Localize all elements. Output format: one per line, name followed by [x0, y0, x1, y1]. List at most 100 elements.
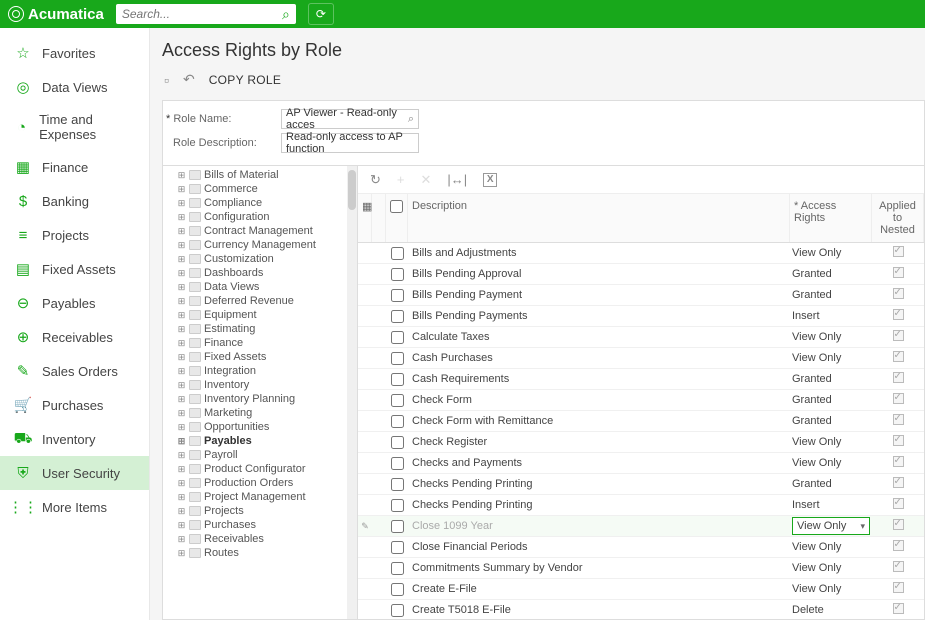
sidebar-item-more-items[interactable]: ⋮⋮More Items	[0, 490, 149, 524]
tree-expand-icon[interactable]: ⊞	[177, 549, 186, 558]
cell-description[interactable]: Close Financial Periods	[408, 541, 790, 553]
tree-expand-icon[interactable]: ⊞	[177, 171, 186, 180]
cell-nested[interactable]	[872, 519, 924, 533]
row-checkbox[interactable]	[386, 436, 408, 449]
tree-expand-icon[interactable]: ⊞	[177, 297, 186, 306]
cell-rights[interactable]: Granted	[790, 268, 872, 280]
cell-description[interactable]: Check Form	[408, 394, 790, 406]
cell-description[interactable]: Cash Requirements	[408, 373, 790, 385]
row-checkbox[interactable]	[386, 352, 408, 365]
row-checkbox[interactable]	[386, 478, 408, 491]
role-desc-input[interactable]: Read-only access to AP function	[281, 133, 419, 153]
tree-item[interactable]: ⊞Deferred Revenue	[163, 294, 357, 308]
cell-rights[interactable]: View Only	[790, 457, 872, 469]
grid-row[interactable]: Commitments Summary by VendorView Only	[358, 558, 924, 579]
cell-nested[interactable]	[872, 393, 924, 407]
lookup-icon[interactable]: ⌕	[408, 113, 414, 126]
nested-checkbox[interactable]	[893, 330, 904, 341]
tree-expand-icon[interactable]: ⊞	[177, 535, 186, 544]
tree-expand-icon[interactable]: ⊞	[177, 521, 186, 530]
cell-rights[interactable]: Insert	[790, 499, 872, 511]
grid-row[interactable]: Cash RequirementsGranted	[358, 369, 924, 390]
sidebar-item-receivables[interactable]: ⊕Receivables	[0, 320, 149, 354]
sidebar-item-fixed-assets[interactable]: ▤Fixed Assets	[0, 252, 149, 286]
cell-nested[interactable]	[872, 372, 924, 386]
tree-item[interactable]: ⊞Bills of Material	[163, 168, 357, 182]
sidebar-item-projects[interactable]: ≡Projects	[0, 218, 149, 252]
grid-row[interactable]: Bills Pending PaymentsInsert	[358, 306, 924, 327]
tree-expand-icon[interactable]: ⊞	[177, 493, 186, 502]
sidebar-item-favorites[interactable]: ☆Favorites	[0, 36, 149, 70]
cell-rights[interactable]: View Only	[790, 247, 872, 259]
tree-item[interactable]: ⊞Customization	[163, 252, 357, 266]
save-button[interactable]: ▫	[164, 72, 169, 88]
cell-rights[interactable]: Granted	[790, 289, 872, 301]
grid-row[interactable]: Checks and PaymentsView Only	[358, 453, 924, 474]
cell-nested[interactable]	[872, 540, 924, 554]
cell-description[interactable]: Check Register	[408, 436, 790, 448]
row-checkbox[interactable]	[386, 394, 408, 407]
tree-expand-icon[interactable]: ⊞	[177, 227, 186, 236]
tree-item[interactable]: ⊞Inventory	[163, 378, 357, 392]
cell-description[interactable]: Close 1099 Year	[408, 520, 790, 532]
nested-checkbox[interactable]	[893, 456, 904, 467]
grid-row[interactable]: Check RegisterView Only	[358, 432, 924, 453]
undo-button[interactable]: ↶	[183, 71, 195, 88]
nested-checkbox[interactable]	[893, 393, 904, 404]
sidebar-item-payables[interactable]: ⊖Payables	[0, 286, 149, 320]
tree-expand-icon[interactable]: ⊞	[177, 325, 186, 334]
tree-expand-icon[interactable]: ⊞	[177, 269, 186, 278]
tree-expand-icon[interactable]: ⊞	[177, 409, 186, 418]
tree-expand-icon[interactable]: ⊞	[177, 437, 186, 446]
tree-expand-icon[interactable]: ⊞	[177, 423, 186, 432]
row-checkbox[interactable]	[386, 331, 408, 344]
grid-row[interactable]: Bills and AdjustmentsView Only	[358, 243, 924, 264]
grid-fit-button[interactable]: |↔|	[447, 172, 467, 187]
tree-expand-icon[interactable]: ⊞	[177, 479, 186, 488]
grid-header-checkbox[interactable]	[386, 194, 408, 242]
cell-nested[interactable]	[872, 330, 924, 344]
cell-rights[interactable]: View Only	[790, 331, 872, 343]
tree-item[interactable]: ⊞Integration	[163, 364, 357, 378]
grid-header-description[interactable]: Description	[408, 194, 790, 242]
sidebar-item-finance[interactable]: ▦Finance	[0, 150, 149, 184]
tree-expand-icon[interactable]: ⊞	[177, 185, 186, 194]
tree-expand-icon[interactable]: ⊞	[177, 465, 186, 474]
tree-scrollbar[interactable]	[347, 166, 357, 619]
cell-description[interactable]: Checks and Payments	[408, 457, 790, 469]
tree-expand-icon[interactable]: ⊞	[177, 507, 186, 516]
cell-rights[interactable]: Delete	[790, 604, 872, 616]
cell-description[interactable]: Bills Pending Approval	[408, 268, 790, 280]
nested-checkbox[interactable]	[893, 519, 904, 530]
cell-rights[interactable]: View Only	[790, 583, 872, 595]
cell-rights[interactable]: View Only	[790, 436, 872, 448]
tree-item[interactable]: ⊞Finance	[163, 336, 357, 350]
search-icon[interactable]: ⌕	[282, 6, 290, 23]
cell-nested[interactable]	[872, 267, 924, 281]
tree-expand-icon[interactable]: ⊞	[177, 395, 186, 404]
nested-checkbox[interactable]	[893, 582, 904, 593]
cell-description[interactable]: Bills Pending Payment	[408, 289, 790, 301]
cell-description[interactable]: Cash Purchases	[408, 352, 790, 364]
cell-description[interactable]: Bills and Adjustments	[408, 247, 790, 259]
tree-item[interactable]: ⊞Dashboards	[163, 266, 357, 280]
nested-checkbox[interactable]	[893, 414, 904, 425]
cell-description[interactable]: Commitments Summary by Vendor	[408, 562, 790, 574]
tree-item[interactable]: ⊞Product Configurator	[163, 462, 357, 476]
tree-item[interactable]: ⊞Contract Management	[163, 224, 357, 238]
tree-item[interactable]: ⊞Currency Management	[163, 238, 357, 252]
tree-expand-icon[interactable]: ⊞	[177, 339, 186, 348]
tree-item[interactable]: ⊞Routes	[163, 546, 357, 560]
nested-checkbox[interactable]	[893, 477, 904, 488]
cell-nested[interactable]	[872, 603, 924, 617]
grid-header-rights[interactable]: Access Rights	[790, 194, 872, 242]
cell-description[interactable]: Checks Pending Printing	[408, 499, 790, 511]
cell-description[interactable]: Bills Pending Payments	[408, 310, 790, 322]
grid-row[interactable]: Check FormGranted	[358, 390, 924, 411]
tree-expand-icon[interactable]: ⊞	[177, 241, 186, 250]
nested-checkbox[interactable]	[893, 561, 904, 572]
grid-delete-button[interactable]: ✕	[421, 172, 432, 188]
grid-add-button[interactable]: +	[397, 172, 405, 187]
row-checkbox[interactable]	[386, 583, 408, 596]
cell-description[interactable]: Checks Pending Printing	[408, 478, 790, 490]
